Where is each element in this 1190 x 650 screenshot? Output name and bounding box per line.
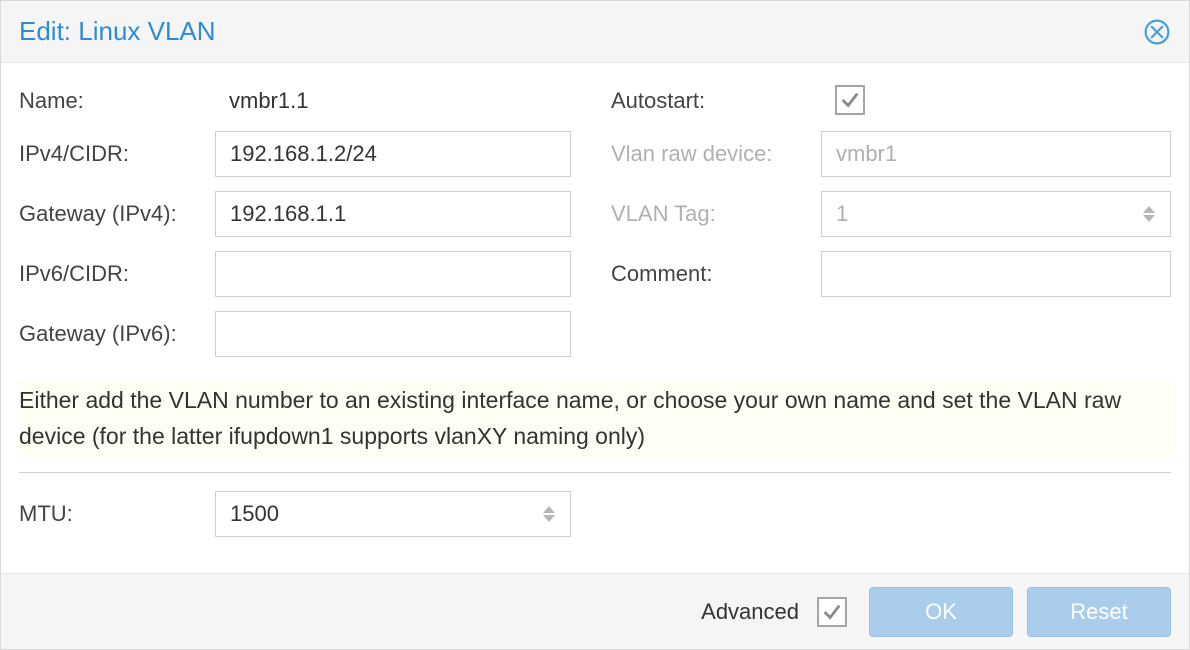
input-ipv4cidr[interactable] [215,131,571,177]
hint-text: Either add the VLAN number to an existin… [19,379,1171,458]
reset-button[interactable]: Reset [1027,587,1171,637]
checkbox-autostart[interactable] [835,85,865,115]
label-mtu: MTU: [19,501,215,527]
close-button[interactable] [1143,18,1171,46]
label-autostart: Autostart: [611,88,821,114]
label-ipv4cidr: IPv4/CIDR: [19,141,215,167]
checkmark-icon [821,601,843,623]
input-comment[interactable] [821,251,1171,297]
dialog-titlebar: Edit: Linux VLAN [1,1,1189,63]
input-vlan-tag [821,191,1171,237]
label-ipv6cidr: IPv6/CIDR: [19,261,215,287]
input-ipv6cidr[interactable] [215,251,571,297]
label-comment: Comment: [611,261,821,287]
dialog-edit-linux-vlan: Edit: Linux VLAN Name: vmbr1.1 Autostart… [0,0,1190,650]
close-icon [1143,18,1171,46]
dialog-body: Name: vmbr1.1 Autostart: IPv4/CIDR: Vlan… [1,63,1189,573]
label-name: Name: [19,88,215,114]
input-gateway4[interactable] [215,191,571,237]
label-gateway6: Gateway (IPv6): [19,321,215,347]
label-advanced: Advanced [701,599,799,625]
label-vlan-tag: VLAN Tag: [611,201,821,227]
separator [19,472,1171,473]
checkbox-advanced[interactable] [817,597,847,627]
input-vlan-raw-device [821,131,1171,177]
label-vlan-raw-device: Vlan raw device: [611,141,821,167]
input-mtu[interactable] [215,491,571,537]
input-gateway6[interactable] [215,311,571,357]
checkmark-icon [839,89,861,111]
value-name: vmbr1.1 [215,88,571,114]
label-gateway4: Gateway (IPv4): [19,201,215,227]
dialog-footer: Advanced OK Reset [1,573,1189,649]
dialog-title: Edit: Linux VLAN [19,16,1143,47]
ok-button[interactable]: OK [869,587,1013,637]
